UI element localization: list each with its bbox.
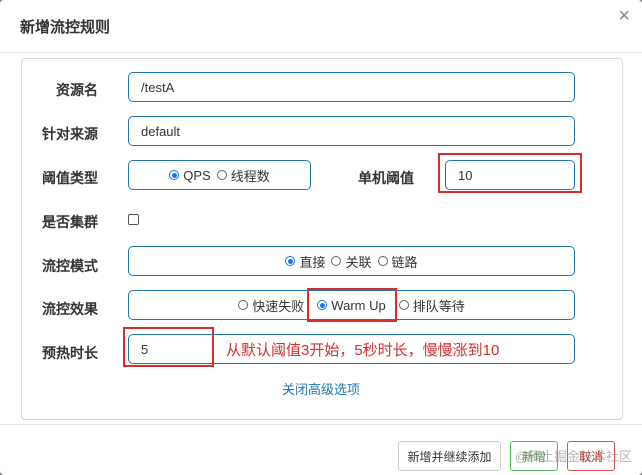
strategy-option-chain[interactable]: 链路 xyxy=(377,252,418,271)
radio-icon xyxy=(331,256,342,266)
threshold-highlight-box xyxy=(438,153,582,193)
grade-option-qps[interactable]: QPS xyxy=(169,168,211,183)
radio-selected-icon xyxy=(169,170,180,180)
toggle-advanced-link[interactable]: 关闭高级选项 xyxy=(282,379,360,398)
behavior-option-queue[interactable]: 排队等待 xyxy=(398,296,465,315)
cluster-label: 是否集群 xyxy=(42,214,98,230)
dialog-title: 新增流控规则 xyxy=(20,19,111,36)
dialog-header: 新增流控规则 × xyxy=(0,0,642,53)
cancel-button[interactable]: 取消 xyxy=(567,441,615,471)
strategy-option-relate[interactable]: 关联 xyxy=(331,252,372,271)
grade-option-thread[interactable]: 线程数 xyxy=(216,166,270,185)
limit-app-input[interactable]: default xyxy=(128,116,575,146)
warmup-value-highlight-box xyxy=(123,327,214,367)
radio-icon xyxy=(216,170,227,180)
close-icon[interactable]: × xyxy=(618,6,630,26)
behavior-option-fast-fail[interactable]: 快速失败 xyxy=(238,296,304,315)
warmup-annotation: 从默认阈值3开始，5秒时长，慢慢涨到10 xyxy=(226,342,500,359)
add-and-continue-button[interactable]: 新增并继续添加 xyxy=(398,441,501,471)
cluster-checkbox[interactable] xyxy=(128,214,139,225)
radio-selected-icon xyxy=(285,256,296,266)
grade-radio-group: QPS 线程数 xyxy=(128,160,311,190)
strategy-option-direct[interactable]: 直接 xyxy=(285,252,325,271)
limit-app-label: 针对来源 xyxy=(42,126,98,142)
footer-divider xyxy=(0,424,642,425)
radio-icon xyxy=(398,300,409,310)
limit-app-value: default xyxy=(141,124,181,139)
strategy-label: 流控模式 xyxy=(42,258,98,274)
add-button[interactable]: 新增 xyxy=(510,441,558,471)
threshold-label: 单机阈值 xyxy=(358,170,414,186)
resource-label: 资源名 xyxy=(56,82,98,98)
radio-icon xyxy=(377,256,388,266)
form-panel xyxy=(21,58,623,420)
radio-icon xyxy=(238,300,249,310)
behavior-label: 流控效果 xyxy=(42,301,98,317)
strategy-radio-group: 直接 关联 链路 xyxy=(128,246,575,276)
resource-input[interactable]: /testA xyxy=(128,72,575,102)
warmup-label: 预热时长 xyxy=(42,345,98,361)
warmup-highlight-box xyxy=(307,288,397,322)
resource-value: /testA xyxy=(141,80,175,95)
flow-rule-dialog: 新增流控规则 × 资源名 /testA 针对来源 default 阈值类型 QP… xyxy=(0,0,642,475)
grade-label: 阈值类型 xyxy=(42,170,98,186)
